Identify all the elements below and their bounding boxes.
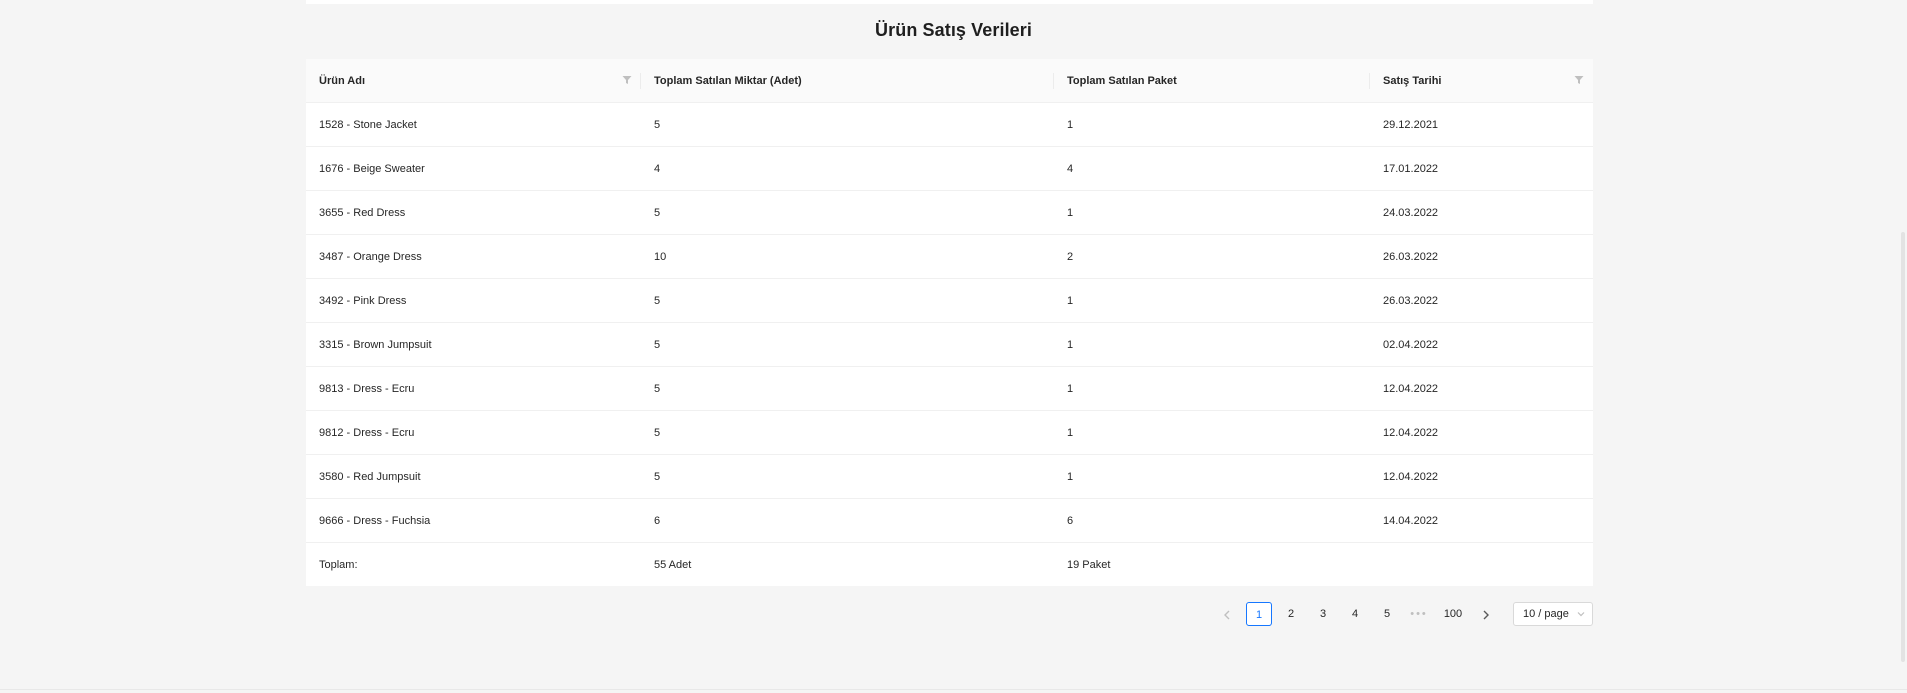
cell-date: 26.03.2022 (1370, 234, 1593, 279)
cell-packages: 1 (1054, 102, 1370, 147)
sales-table: Ürün Adı Toplam Satılan Miktar (Adet) To… (306, 59, 1593, 586)
table-row[interactable]: 3655 - Red Dress 5 1 24.03.2022 (306, 190, 1593, 235)
cell-quantity: 5 (641, 410, 1054, 455)
cell-packages: 2 (1054, 234, 1370, 279)
jump-next-ellipsis[interactable]: ••• (1406, 602, 1432, 626)
table-row[interactable]: 3487 - Orange Dress 10 2 26.03.2022 (306, 234, 1593, 279)
cell-quantity: 5 (641, 102, 1054, 147)
table-row[interactable]: 3492 - Pink Dress 5 1 26.03.2022 (306, 278, 1593, 323)
column-header-label: Ürün Adı (319, 74, 366, 87)
cell-date: 17.01.2022 (1370, 146, 1593, 191)
cell-product: 9812 - Dress - Ecru (306, 410, 641, 455)
cell-packages: 1 (1054, 190, 1370, 235)
sales-table-container: Ürün Adı Toplam Satılan Miktar (Adet) To… (306, 59, 1593, 586)
table-row[interactable]: 9812 - Dress - Ecru 5 1 12.04.2022 (306, 410, 1593, 455)
page-scrollbar[interactable] (1901, 232, 1905, 662)
page-size-value: 10 / page (1523, 608, 1569, 620)
cell-date: 14.04.2022 (1370, 498, 1593, 543)
page: Ürün Satış Verileri Ürün Adı Toplam Satı… (0, 0, 1907, 693)
column-header-label: Toplam Satılan Miktar (Adet) (654, 74, 802, 87)
cell-date: 12.04.2022 (1370, 410, 1593, 455)
column-header-packages[interactable]: Toplam Satılan Paket (1054, 59, 1370, 103)
prev-page-button[interactable] (1215, 602, 1239, 626)
cell-packages: 1 (1054, 410, 1370, 455)
page-2-button[interactable]: 2 (1278, 602, 1304, 626)
page-4-button[interactable]: 4 (1342, 602, 1368, 626)
cell-quantity: 5 (641, 190, 1054, 235)
table-header-row: Ürün Adı Toplam Satılan Miktar (Adet) To… (306, 59, 1593, 103)
table-row[interactable]: 9666 - Dress - Fuchsia 6 6 14.04.2022 (306, 498, 1593, 543)
page-3-button[interactable]: 3 (1310, 602, 1336, 626)
cell-date: 24.03.2022 (1370, 190, 1593, 235)
chevron-right-icon (1483, 610, 1489, 620)
cell-product: 1528 - Stone Jacket (306, 102, 641, 147)
cell-quantity: 5 (641, 322, 1054, 367)
table-row[interactable]: 3580 - Red Jumpsuit 5 1 12.04.2022 (306, 454, 1593, 499)
cell-product: 3492 - Pink Dress (306, 278, 641, 323)
cell-date: 02.04.2022 (1370, 322, 1593, 367)
cell-date: 26.03.2022 (1370, 278, 1593, 323)
filter-icon[interactable] (1574, 75, 1584, 85)
cell-product: 3655 - Red Dress (306, 190, 641, 235)
bottom-divider (0, 689, 1907, 690)
cell-packages: 1 (1054, 322, 1370, 367)
filter-icon[interactable] (622, 75, 632, 85)
cell-packages: 1 (1054, 278, 1370, 323)
cell-quantity: 6 (641, 498, 1054, 543)
table-row[interactable]: 9813 - Dress - Ecru 5 1 12.04.2022 (306, 366, 1593, 411)
page-1-button[interactable]: 1 (1246, 602, 1272, 626)
cell-product: 9666 - Dress - Fuchsia (306, 498, 641, 543)
next-page-button[interactable] (1474, 602, 1498, 626)
table-row[interactable]: 1528 - Stone Jacket 5 1 29.12.2021 (306, 102, 1593, 147)
top-card-edge (306, 0, 1593, 4)
cell-product: 3315 - Brown Jumpsuit (306, 322, 641, 367)
cell-quantity: 4 (641, 146, 1054, 191)
page-size-select[interactable]: 10 / page (1513, 602, 1593, 626)
column-header-quantity[interactable]: Toplam Satılan Miktar (Adet) (641, 59, 1054, 103)
page-100-button[interactable]: 100 (1438, 602, 1468, 626)
cell-packages: 6 (1054, 498, 1370, 543)
column-header-date[interactable]: Satış Tarihi (1370, 59, 1593, 103)
page-title: Ürün Satış Verileri (875, 20, 1032, 40)
cell-product: 9813 - Dress - Ecru (306, 366, 641, 411)
cell-product: 3487 - Orange Dress (306, 234, 641, 279)
cell-product: 3580 - Red Jumpsuit (306, 454, 641, 499)
summary-date (1370, 542, 1593, 586)
summary-quantity: 55 Adet (641, 542, 1054, 586)
cell-quantity: 5 (641, 278, 1054, 323)
cell-quantity: 5 (641, 366, 1054, 411)
table-row[interactable]: 1676 - Beige Sweater 4 4 17.01.2022 (306, 146, 1593, 191)
chevron-left-icon (1224, 610, 1230, 620)
chevron-down-icon (1577, 612, 1585, 617)
column-header-product[interactable]: Ürün Adı (306, 59, 641, 103)
cell-date: 12.04.2022 (1370, 366, 1593, 411)
cell-date: 12.04.2022 (1370, 454, 1593, 499)
cell-quantity: 10 (641, 234, 1054, 279)
cell-packages: 1 (1054, 366, 1370, 411)
cell-packages: 4 (1054, 146, 1370, 191)
page-5-button[interactable]: 5 (1374, 602, 1400, 626)
cell-quantity: 5 (641, 454, 1054, 499)
summary-label: Toplam: (306, 542, 641, 586)
table-row[interactable]: 3315 - Brown Jumpsuit 5 1 02.04.2022 (306, 322, 1593, 367)
cell-packages: 1 (1054, 454, 1370, 499)
column-header-label: Satış Tarihi (1383, 74, 1442, 87)
cell-product: 1676 - Beige Sweater (306, 146, 641, 191)
column-header-label: Toplam Satılan Paket (1067, 74, 1177, 87)
cell-date: 29.12.2021 (1370, 102, 1593, 147)
summary-packages: 19 Paket (1054, 542, 1370, 586)
summary-row: Toplam: 55 Adet 19 Paket (306, 542, 1593, 586)
